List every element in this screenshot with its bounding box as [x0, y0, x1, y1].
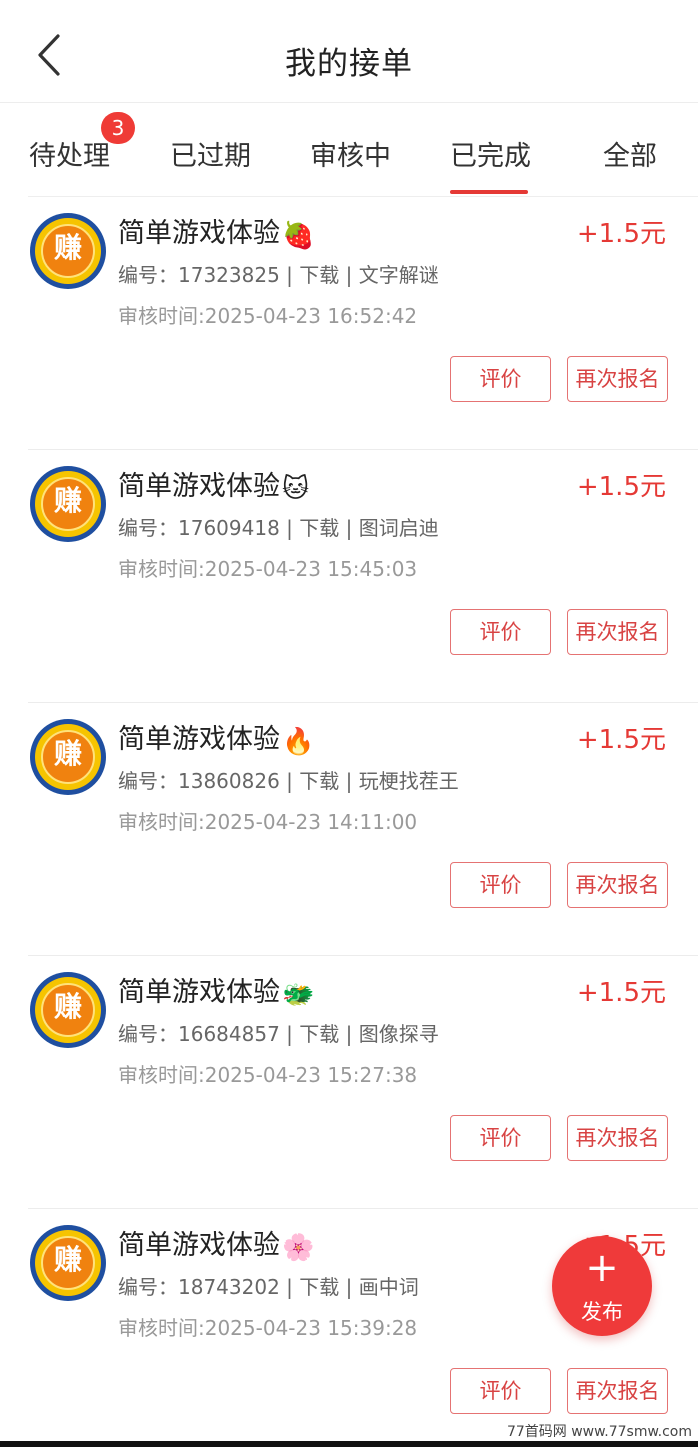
bottom-bar — [0, 1441, 698, 1447]
review-time: 审核时间:2025-04-23 15:27:38 — [118, 1063, 418, 1087]
tab-reviewing[interactable]: 审核中 — [310, 134, 391, 173]
task-name: 简单游戏体验🔥 — [118, 724, 315, 757]
active-tab-indicator — [450, 190, 528, 194]
task-avatar: 赚 — [30, 972, 106, 1048]
publish-button[interactable]: + 发布 — [552, 1236, 652, 1336]
rate-button[interactable]: 评价 — [450, 862, 551, 908]
earn-coin-icon: 赚 — [53, 737, 82, 770]
task-name: 简单游戏体验🌸 — [118, 1230, 315, 1263]
tab-completed[interactable]: 已完成 — [450, 134, 531, 173]
site-watermark: 77首码网 www.77smw.com — [506, 1424, 692, 1440]
reapply-button[interactable]: 再次报名 — [567, 356, 668, 402]
reapply-button[interactable]: 再次报名 — [567, 1368, 668, 1414]
publish-label: 发布 — [581, 1300, 623, 1324]
task-reward: +1.5元 — [576, 725, 666, 755]
rate-button[interactable]: 评价 — [450, 1368, 551, 1414]
review-time: 审核时间:2025-04-23 15:45:03 — [118, 557, 418, 581]
dragon-icon: 🐲 — [282, 980, 315, 1010]
reapply-button[interactable]: 再次报名 — [567, 1115, 668, 1161]
task-meta: 编号：13860826 | 下载 | 玩梗找茬王 — [118, 769, 459, 793]
earn-coin-icon: 赚 — [53, 1243, 82, 1276]
reapply-button[interactable]: 再次报名 — [567, 862, 668, 908]
task-item[interactable]: 赚 简单游戏体验🍓 +1.5元 编号：17323825 | 下载 | 文字解谜 … — [0, 197, 698, 450]
app-header: 我的接单 — [0, 0, 698, 103]
task-name: 简单游戏体验🍓 — [118, 218, 315, 251]
task-meta: 编号：17323825 | 下载 | 文字解谜 — [118, 263, 439, 287]
task-avatar: 赚 — [30, 213, 106, 289]
task-avatar: 赚 — [30, 1225, 106, 1301]
pending-count-badge: 3 — [101, 112, 135, 144]
task-item[interactable]: 赚 简单游戏体验🐱 +1.5元 编号：17609418 | 下载 | 图词启迪 … — [0, 450, 698, 703]
earn-coin-icon: 赚 — [53, 990, 82, 1023]
plus-icon: + — [585, 1245, 619, 1291]
review-time: 审核时间:2025-04-23 16:52:42 — [118, 304, 418, 328]
task-meta: 编号：18743202 | 下载 | 画中词 — [118, 1275, 419, 1299]
tab-expired[interactable]: 已过期 — [170, 134, 251, 173]
task-reward: +1.5元 — [576, 472, 666, 502]
task-meta: 编号：17609418 | 下载 | 图词启迪 — [118, 516, 439, 540]
reapply-button[interactable]: 再次报名 — [567, 609, 668, 655]
page-title: 我的接单 — [285, 46, 413, 82]
blossom-icon: 🌸 — [282, 1233, 315, 1263]
task-reward: +1.5元 — [576, 219, 666, 249]
cat-icon: 🐱 — [282, 474, 310, 504]
task-item[interactable]: 赚 简单游戏体验🐲 +1.5元 编号：16684857 | 下载 | 图像探寻 … — [0, 956, 698, 1209]
rate-button[interactable]: 评价 — [450, 1115, 551, 1161]
task-name: 简单游戏体验🐲 — [118, 977, 315, 1010]
rate-button[interactable]: 评价 — [450, 609, 551, 655]
review-time: 审核时间:2025-04-23 14:11:00 — [118, 810, 418, 834]
earn-coin-icon: 赚 — [53, 231, 82, 264]
strawberry-icon: 🍓 — [282, 221, 315, 251]
task-reward: +1.5元 — [576, 978, 666, 1008]
task-item[interactable]: 赚 简单游戏体验🔥 +1.5元 编号：13860826 | 下载 | 玩梗找茬王… — [0, 703, 698, 956]
tab-all[interactable]: 全部 — [603, 134, 657, 173]
task-avatar: 赚 — [30, 719, 106, 795]
earn-coin-icon: 赚 — [53, 484, 82, 517]
task-name: 简单游戏体验🐱 — [118, 471, 310, 504]
task-avatar: 赚 — [30, 466, 106, 542]
tab-pending[interactable]: 待处理 — [29, 134, 110, 173]
rate-button[interactable]: 评价 — [450, 356, 551, 402]
fire-icon: 🔥 — [282, 727, 315, 757]
review-time: 审核时间:2025-04-23 15:39:28 — [118, 1316, 418, 1340]
task-meta: 编号：16684857 | 下载 | 图像探寻 — [118, 1022, 439, 1046]
